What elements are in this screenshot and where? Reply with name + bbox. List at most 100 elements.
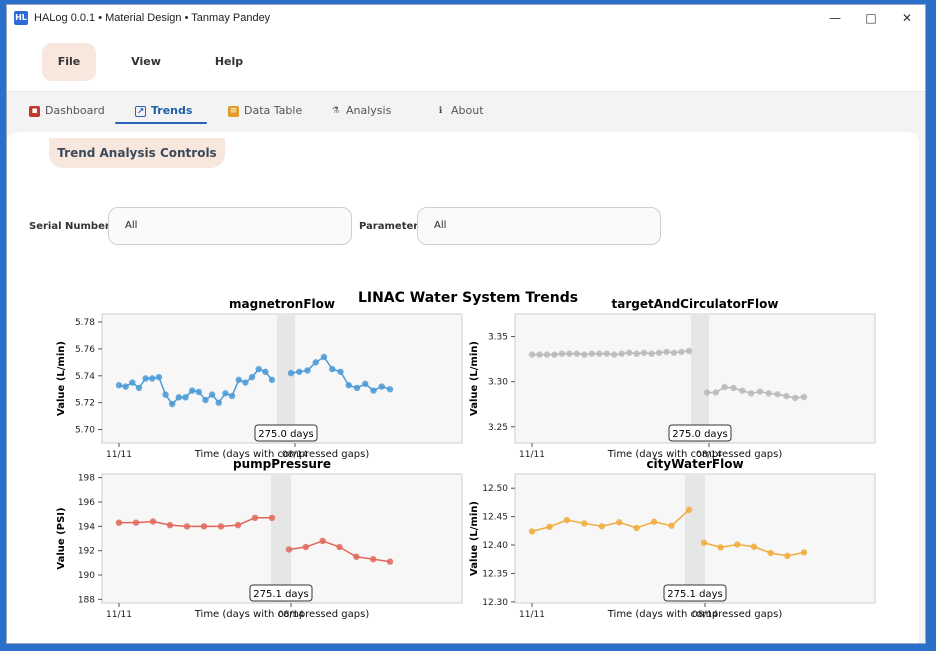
data-point <box>195 388 203 396</box>
data-point <box>182 394 189 401</box>
data-point <box>115 519 123 526</box>
gap-label: 275.0 days <box>672 429 727 440</box>
data-point <box>721 383 728 391</box>
data-point <box>208 391 216 398</box>
gap-label: 275.1 days <box>253 589 308 600</box>
y-tick-label: 12.45 <box>482 513 508 523</box>
data-point <box>528 528 536 535</box>
data-point <box>378 383 385 390</box>
chart-targetAndCirculatorFlow: 3.253.303.3511/11 08/14targetAndCirculato… <box>469 297 876 460</box>
data-point <box>122 383 129 390</box>
data-point <box>188 387 196 394</box>
chart-pumpPressure: 18819019219419619811/11 08/14pumpPressure… <box>56 457 463 620</box>
y-axis-label: Value (L/min) <box>56 341 67 416</box>
chart-title: targetAndCirculatorFlow <box>612 297 779 311</box>
data-point <box>132 519 140 526</box>
data-point <box>546 523 553 531</box>
data-point <box>663 348 670 356</box>
data-point <box>142 375 149 382</box>
gap-label: 275.0 days <box>258 429 313 440</box>
y-tick-label: 5.78 <box>75 318 95 328</box>
y-tick-label: 198 <box>78 474 95 484</box>
data-point <box>353 553 360 560</box>
data-point <box>670 349 678 356</box>
data-point <box>598 523 605 530</box>
data-point <box>739 387 746 394</box>
data-point <box>353 384 361 392</box>
data-point <box>633 524 640 532</box>
data-point <box>640 349 648 356</box>
data-point <box>386 558 394 565</box>
data-point <box>268 514 276 522</box>
x-tick-label: 11/11 <box>519 450 545 460</box>
data-point <box>175 394 183 401</box>
data-point <box>329 365 336 373</box>
data-point <box>386 386 394 393</box>
data-point <box>573 350 581 357</box>
data-point <box>625 349 633 356</box>
data-point <box>285 546 293 553</box>
data-point <box>783 392 790 400</box>
gap-band <box>277 314 295 443</box>
data-point <box>603 350 610 357</box>
chart-title: cityWaterFlow <box>646 457 743 471</box>
x-axis-label: Time (days with compressed gaps) <box>607 609 783 620</box>
data-point <box>648 350 655 357</box>
data-point <box>222 390 229 397</box>
x-tick-label: 11/11 <box>106 450 132 460</box>
gap-band <box>691 314 709 443</box>
data-point <box>747 390 755 397</box>
data-point <box>242 379 249 386</box>
data-point <box>655 349 663 356</box>
data-point <box>756 388 764 395</box>
y-tick-label: 5.72 <box>75 399 95 409</box>
y-tick-label: 12.40 <box>482 541 508 551</box>
y-tick-label: 3.35 <box>488 333 508 343</box>
y-axis-label: Value (L/min) <box>469 501 480 576</box>
data-point <box>734 541 741 548</box>
y-tick-label: 196 <box>78 498 95 508</box>
y-tick-label: 12.35 <box>482 569 508 579</box>
data-point <box>668 522 675 529</box>
data-point <box>149 518 157 525</box>
data-point <box>618 350 625 357</box>
y-tick-label: 192 <box>78 547 95 557</box>
data-point <box>302 543 310 551</box>
data-point <box>730 384 737 392</box>
data-point <box>319 537 326 545</box>
data-point <box>750 543 758 550</box>
data-point <box>633 350 640 357</box>
data-point <box>234 521 242 529</box>
data-point <box>581 351 588 358</box>
data-point <box>800 393 808 401</box>
trend-charts-figure: 5.705.725.745.765.7811/11 08/14magnetronF… <box>56 290 876 620</box>
data-point <box>784 552 791 560</box>
data-point <box>296 368 303 375</box>
y-tick-label: 12.30 <box>482 598 508 608</box>
data-point <box>551 351 558 358</box>
data-point <box>162 391 169 398</box>
data-point <box>345 382 352 389</box>
data-point <box>717 544 724 551</box>
y-axis-label: Value (L/min) <box>469 341 480 416</box>
y-tick-label: 12.50 <box>482 484 508 494</box>
data-point <box>200 523 208 530</box>
y-tick-label: 5.76 <box>75 345 95 355</box>
gap-band <box>685 474 705 603</box>
data-point <box>228 392 236 400</box>
data-point <box>685 347 693 355</box>
y-tick-label: 3.25 <box>488 423 508 433</box>
data-point <box>362 380 369 388</box>
data-point <box>248 373 256 381</box>
data-point <box>558 350 566 357</box>
data-point <box>703 389 711 396</box>
data-point <box>685 506 693 514</box>
data-point <box>169 400 176 408</box>
data-point <box>678 348 685 356</box>
y-tick-label: 3.30 <box>488 378 508 388</box>
y-tick-label: 194 <box>78 522 95 532</box>
data-point <box>581 520 588 527</box>
data-point <box>217 523 225 530</box>
data-point <box>320 353 328 361</box>
data-point <box>135 384 143 392</box>
